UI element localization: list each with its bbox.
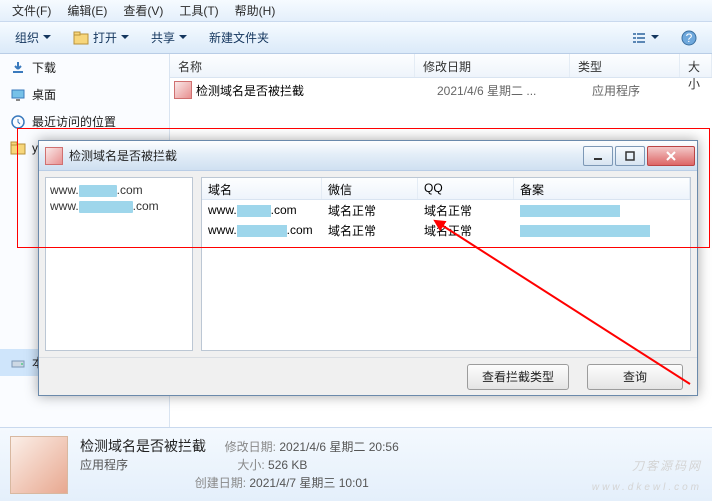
result-grid: 域名 微信 QQ 备案 www..com 域名正常 域名正常 www..com …	[201, 177, 691, 351]
menu-help[interactable]: 帮助(H)	[227, 0, 284, 21]
domain-input-list[interactable]: www.xx.com www.xx.com	[45, 177, 193, 351]
app-icon	[174, 81, 192, 99]
minimize-icon	[593, 151, 603, 161]
help-button[interactable]: ?	[672, 26, 706, 50]
menu-edit[interactable]: 编辑(E)	[59, 0, 115, 21]
watermark: 刀客源码网www.dkewl.com	[592, 455, 702, 497]
list-header[interactable]: 名称 修改日期 类型 大小	[170, 54, 712, 78]
col-qq[interactable]: QQ	[418, 178, 514, 199]
recent-icon	[10, 114, 26, 130]
maximize-icon	[625, 151, 635, 161]
close-button[interactable]	[647, 146, 695, 166]
share-button[interactable]: 共享	[142, 25, 196, 50]
detail-name: 检测域名是否被拦截	[80, 438, 206, 454]
nav-desktop[interactable]: 桌面	[0, 81, 169, 108]
col-date[interactable]: 修改日期	[415, 54, 570, 77]
minimize-button[interactable]	[583, 146, 613, 166]
new-folder-button[interactable]: 新建文件夹	[200, 25, 278, 50]
detail-type: 应用程序	[80, 458, 128, 472]
query-button[interactable]: 查询	[587, 364, 683, 390]
nav-downloads[interactable]: 下载	[0, 54, 169, 81]
svg-text:?: ?	[686, 31, 693, 45]
view-block-type-button[interactable]: 查看拦截类型	[467, 364, 569, 390]
col-domain[interactable]: 域名	[202, 178, 322, 199]
dialog-footer: 查看拦截类型 查询	[39, 357, 697, 395]
help-icon: ?	[681, 30, 697, 46]
menu-tools[interactable]: 工具(T)	[171, 0, 226, 21]
menu-file[interactable]: 文件(F)	[4, 0, 59, 21]
file-thumbnail	[10, 436, 68, 494]
grid-header[interactable]: 域名 微信 QQ 备案	[202, 178, 690, 200]
folder-icon	[10, 140, 26, 156]
open-button[interactable]: 打开	[64, 25, 138, 50]
col-size[interactable]: 大小	[680, 54, 712, 77]
file-row[interactable]: 检测域名是否被拦截 2021/4/6 星期二 ... 应用程序	[170, 78, 712, 102]
dialog-title: 检测域名是否被拦截	[69, 147, 581, 164]
dialog-titlebar[interactable]: 检测域名是否被拦截	[39, 141, 697, 171]
toolbar: 组织 打开 共享 新建文件夹 ?	[0, 22, 712, 54]
menu-view[interactable]: 查看(V)	[115, 0, 171, 21]
chevron-down-icon	[651, 35, 659, 43]
col-name[interactable]: 名称	[170, 54, 415, 77]
open-icon	[73, 30, 89, 46]
grid-row[interactable]: www..com 域名正常 域名正常	[202, 220, 690, 240]
drive-icon	[10, 355, 26, 371]
view-options-button[interactable]	[622, 26, 668, 50]
file-details: 检测域名是否被拦截 修改日期: 2021/4/6 星期二 20:56 应用程序 …	[80, 437, 399, 492]
app-icon	[45, 147, 63, 165]
close-icon	[665, 150, 677, 162]
col-type[interactable]: 类型	[570, 54, 680, 77]
organize-button[interactable]: 组织	[6, 25, 60, 50]
chevron-down-icon	[179, 35, 187, 43]
chevron-down-icon	[43, 35, 51, 43]
menu-bar: 文件(F) 编辑(E) 查看(V) 工具(T) 帮助(H)	[0, 0, 712, 22]
maximize-button[interactable]	[615, 146, 645, 166]
chevron-down-icon	[121, 35, 129, 43]
desktop-icon	[10, 87, 26, 103]
download-icon	[10, 60, 26, 76]
col-wechat[interactable]: 微信	[322, 178, 418, 199]
domain-check-dialog: 检测域名是否被拦截 www.xx.com www.xx.com 域名 微信 QQ…	[38, 140, 698, 396]
nav-recent[interactable]: 最近访问的位置	[0, 108, 169, 135]
col-icp[interactable]: 备案	[514, 178, 690, 199]
grid-row[interactable]: www..com 域名正常 域名正常	[202, 200, 690, 220]
list-icon	[631, 30, 647, 46]
